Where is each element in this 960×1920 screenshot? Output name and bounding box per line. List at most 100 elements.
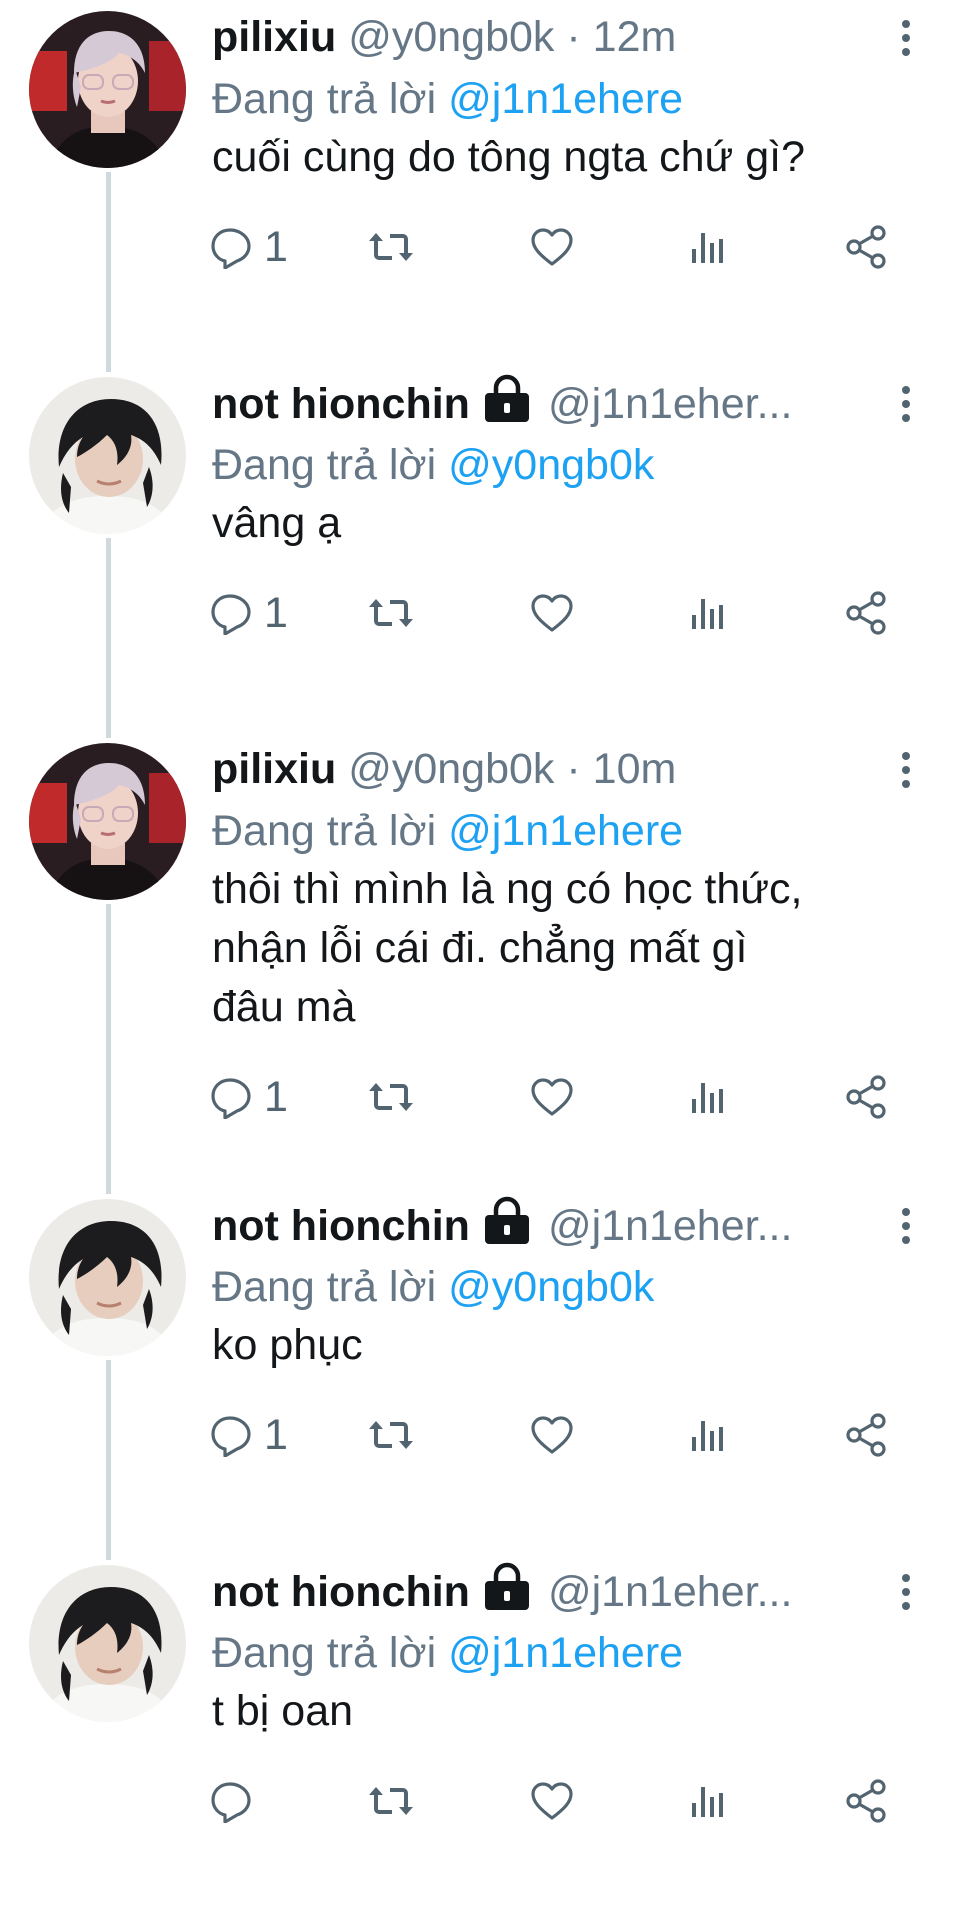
replying-to-label: Đang trả lời xyxy=(212,807,437,855)
more-options-icon[interactable] xyxy=(900,1574,912,1614)
action-bar xyxy=(210,1771,912,1831)
share-icon xyxy=(844,1075,888,1119)
retweet-icon xyxy=(367,1415,415,1455)
reply-button[interactable] xyxy=(210,1771,254,1831)
avatar[interactable] xyxy=(29,377,186,534)
share-icon xyxy=(844,225,888,269)
replying-to-label: Đang trả lời xyxy=(212,1263,437,1311)
tweet-text: t bị oan xyxy=(212,1682,912,1741)
heart-icon xyxy=(530,1415,574,1455)
retweet-icon xyxy=(367,593,415,633)
avatar[interactable] xyxy=(29,1565,186,1722)
more-options-icon[interactable] xyxy=(900,20,912,60)
reply-icon xyxy=(210,225,254,269)
tweet-header: pilixiu @y0ngb0k · 10m xyxy=(212,740,912,798)
heart-icon xyxy=(530,1077,574,1117)
mention-link[interactable]: @y0ngb0k xyxy=(448,441,654,489)
tweet[interactable]: pilixiu @y0ngb0k · 10m Đang trả lời @j1n1… xyxy=(0,732,960,1194)
like-button[interactable] xyxy=(530,583,574,643)
replying-to: Đang trả lời @y0ngb0k xyxy=(212,1258,654,1316)
heart-icon xyxy=(530,227,574,267)
share-button[interactable] xyxy=(844,217,888,277)
more-options-icon[interactable] xyxy=(900,752,912,792)
reply-count: 1 xyxy=(264,1072,288,1121)
display-name[interactable]: not hionchin xyxy=(212,1568,470,1616)
retweet-icon xyxy=(367,1077,415,1117)
tweet-text-line: vâng ạ xyxy=(212,499,342,547)
tweet[interactable]: not hionchin @j1n1eher... Đang trả lời @j1… xyxy=(0,1554,960,1920)
reply-button[interactable]: 1 xyxy=(210,217,288,277)
share-button[interactable] xyxy=(844,583,888,643)
replying-to-label: Đang trả lời xyxy=(212,1629,437,1677)
avatar[interactable] xyxy=(29,743,186,900)
replying-to-label: Đang trả lời xyxy=(212,75,437,123)
more-options-icon[interactable] xyxy=(900,386,912,426)
mention-link[interactable]: @y0ngb0k xyxy=(448,1263,654,1311)
retweet-button[interactable] xyxy=(367,1067,415,1127)
mention-link[interactable]: @j1n1ehere xyxy=(448,1629,683,1677)
bar-chart-icon xyxy=(690,229,726,265)
user-handle[interactable]: @j1n1eher... xyxy=(548,1568,792,1616)
lock-icon xyxy=(482,1196,532,1254)
display-name[interactable]: pilixiu xyxy=(212,745,336,793)
like-button[interactable] xyxy=(530,1771,574,1831)
thread-line xyxy=(106,538,111,738)
lock-icon xyxy=(482,374,532,432)
reply-button[interactable]: 1 xyxy=(210,1405,288,1465)
replying-to: Đang trả lời @j1n1ehere xyxy=(212,802,683,860)
replying-to-label: Đang trả lời xyxy=(212,441,437,489)
dot-separator: · xyxy=(566,745,581,793)
tweet-text: vâng ạ xyxy=(212,494,912,553)
more-options-icon[interactable] xyxy=(900,1208,912,1248)
views-button[interactable] xyxy=(690,1771,726,1831)
share-icon xyxy=(844,1779,888,1823)
timestamp[interactable]: 12m xyxy=(593,13,677,61)
display-name[interactable]: not hionchin xyxy=(212,380,470,428)
like-button[interactable] xyxy=(530,217,574,277)
share-button[interactable] xyxy=(844,1405,888,1465)
retweet-button[interactable] xyxy=(367,583,415,643)
like-button[interactable] xyxy=(530,1067,574,1127)
mention-link[interactable]: @j1n1ehere xyxy=(448,75,683,123)
tweet[interactable]: not hionchin @j1n1eher... Đang trả lời @y0… xyxy=(0,1188,960,1560)
views-button[interactable] xyxy=(690,1067,726,1127)
bar-chart-icon xyxy=(690,595,726,631)
user-handle[interactable]: @j1n1eher... xyxy=(548,1202,792,1250)
display-name[interactable]: pilixiu xyxy=(212,13,336,61)
user-handle[interactable]: @y0ngb0k xyxy=(348,745,554,793)
reply-button[interactable]: 1 xyxy=(210,583,288,643)
bar-chart-icon xyxy=(690,1079,726,1115)
display-name[interactable]: not hionchin xyxy=(212,1202,470,1250)
timestamp[interactable]: 10m xyxy=(593,745,677,793)
retweet-icon xyxy=(367,1781,415,1821)
views-button[interactable] xyxy=(690,583,726,643)
reply-button[interactable]: 1 xyxy=(210,1067,288,1127)
views-button[interactable] xyxy=(690,217,726,277)
retweet-button[interactable] xyxy=(367,1405,415,1465)
action-bar: 1 xyxy=(210,217,912,277)
user-handle[interactable]: @j1n1eher... xyxy=(548,380,792,428)
tweet[interactable]: pilixiu @y0ngb0k · 12m Đang trả lời @j1n1… xyxy=(0,0,960,372)
views-button[interactable] xyxy=(690,1405,726,1465)
mention-link[interactable]: @j1n1ehere xyxy=(448,807,683,855)
retweet-button[interactable] xyxy=(367,1771,415,1831)
tweet-text-line: nhận lỗi cái đi. chẳng mất gì xyxy=(212,924,748,972)
like-button[interactable] xyxy=(530,1405,574,1465)
heart-icon xyxy=(530,593,574,633)
share-button[interactable] xyxy=(844,1067,888,1127)
retweet-icon xyxy=(367,227,415,267)
tweet-text-line: t bị oan xyxy=(212,1687,354,1735)
thread-line xyxy=(106,904,111,1194)
share-button[interactable] xyxy=(844,1771,888,1831)
reply-icon xyxy=(210,1075,254,1119)
thread-line xyxy=(106,1360,111,1560)
action-bar: 1 xyxy=(210,583,912,643)
lock-icon xyxy=(482,1562,532,1620)
avatar[interactable] xyxy=(29,1199,186,1356)
avatar[interactable] xyxy=(29,11,186,168)
reply-icon xyxy=(210,1779,254,1823)
user-handle[interactable]: @y0ngb0k xyxy=(348,13,554,61)
retweet-button[interactable] xyxy=(367,217,415,277)
tweet-text-line: thôi thì mình là ng có học thức, xyxy=(212,865,803,913)
tweet[interactable]: not hionchin @j1n1eher... Đang trả lời @y0… xyxy=(0,366,960,738)
